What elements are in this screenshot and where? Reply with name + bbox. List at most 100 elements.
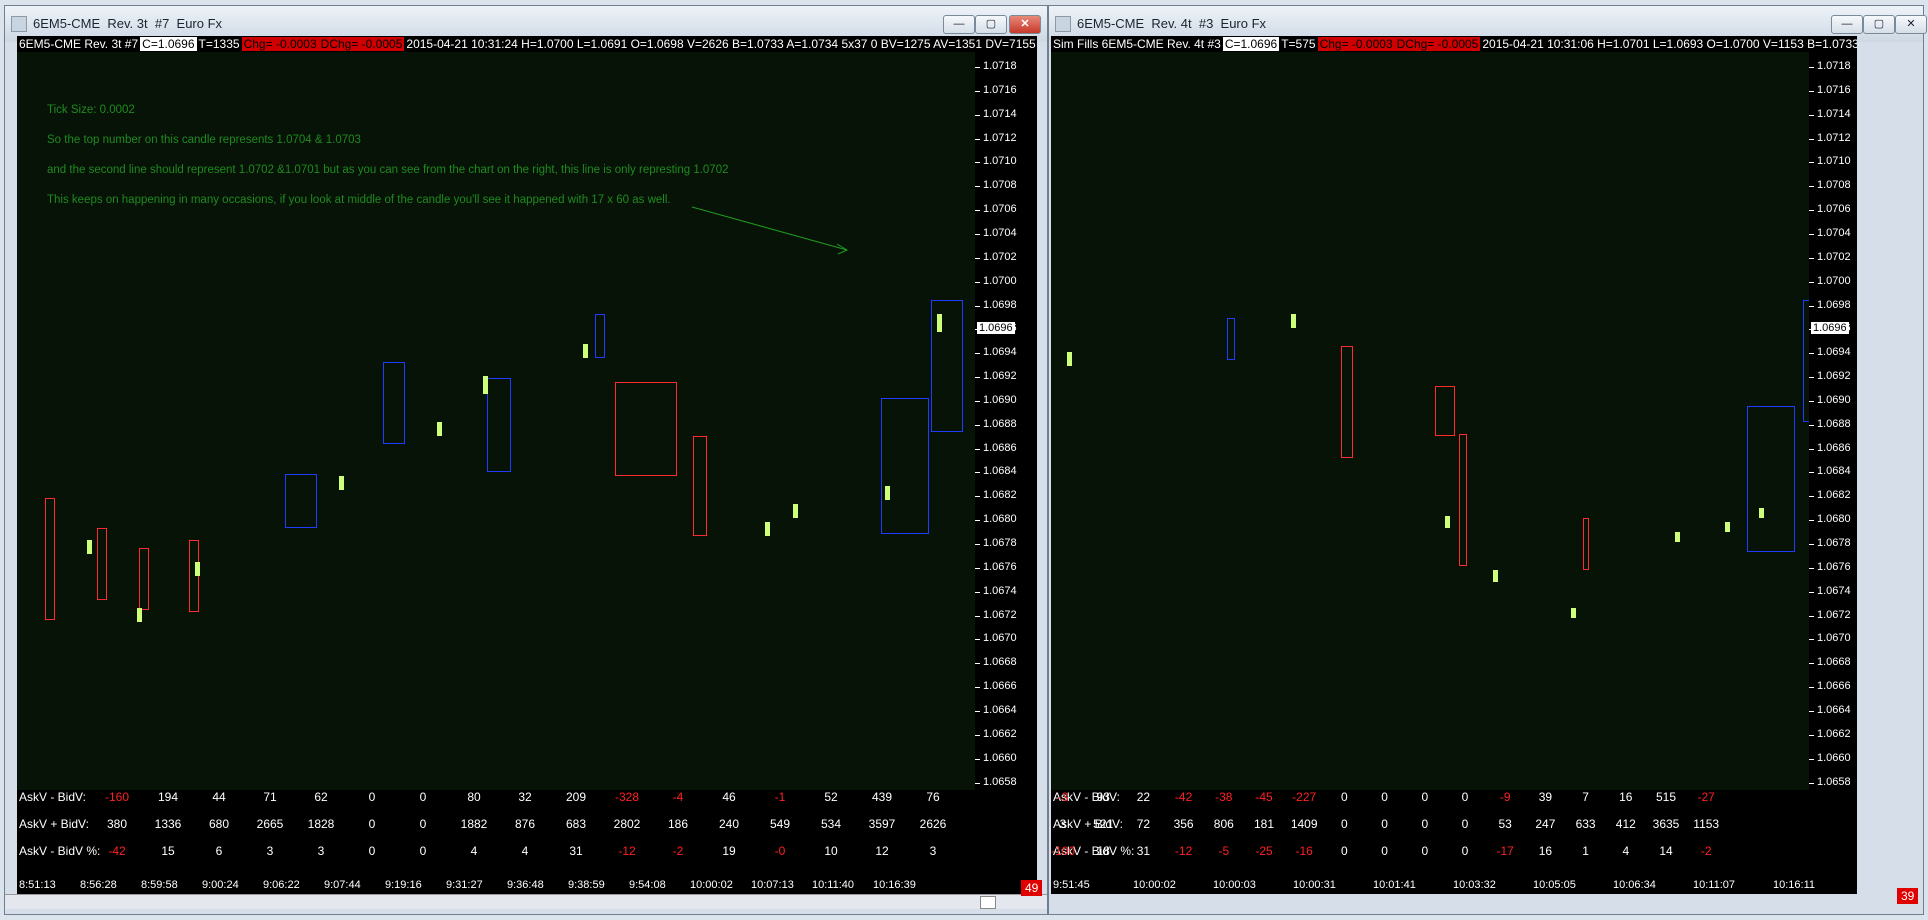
price-tick-mark bbox=[975, 353, 980, 355]
stats-value: -0 bbox=[774, 844, 786, 858]
volume-marker bbox=[765, 522, 770, 536]
scroll-thumb[interactable] bbox=[980, 896, 996, 909]
price-tick-label: 1.0700 bbox=[983, 274, 1017, 287]
left-footprint-plot[interactable]: Tick Size: 0.0002 So the top number on t… bbox=[17, 52, 975, 790]
volume-marker bbox=[1067, 352, 1072, 366]
stats-value: -5 bbox=[1218, 844, 1230, 858]
close-button[interactable]: ✕ bbox=[1009, 15, 1041, 34]
stats-value: -42 bbox=[108, 844, 126, 858]
price-tick-mark bbox=[975, 305, 980, 307]
price-tick-mark bbox=[975, 639, 980, 641]
price-tick-label: 1.0714 bbox=[1817, 107, 1851, 120]
price-tick-mark bbox=[975, 377, 980, 379]
right-window-title: 6EM5-CME Rev. 4t #3 Euro Fx bbox=[1077, 16, 1267, 31]
footprint-candle bbox=[97, 528, 107, 600]
price-tick-mark bbox=[1809, 663, 1814, 665]
stats-value: 356 bbox=[1173, 817, 1194, 831]
price-tick-label: 1.0698 bbox=[983, 298, 1017, 311]
bar-info: 2015-04-21 10:31:06 H=1.0701 L=1.0693 O=… bbox=[1482, 37, 1857, 51]
price-tick-label: 1.0704 bbox=[983, 226, 1017, 239]
price-tick-mark bbox=[975, 734, 980, 736]
left-price-axis[interactable]: 1.0718 1.0716 1.0714 1.0712 1.0710 1.0708 1.07… bbox=[975, 52, 1037, 790]
time-label: 9:07:44 bbox=[324, 879, 361, 891]
stats-value: 806 bbox=[1213, 817, 1234, 831]
left-bar-count-badge: 49 bbox=[1021, 880, 1043, 896]
time-label: 9:31:27 bbox=[446, 879, 483, 891]
minimize-button[interactable]: — bbox=[1831, 15, 1863, 34]
time-label: 10:00:03 bbox=[1213, 879, 1256, 891]
time-label: 10:05:05 bbox=[1533, 879, 1576, 891]
right-chart-area[interactable]: Sim Fills 6EM5-CME Rev. 4t #3 C=1.0696 T=5… bbox=[1051, 36, 1857, 894]
volume-marker bbox=[1493, 570, 1498, 582]
app-icon bbox=[11, 16, 27, 32]
price-tick-mark bbox=[975, 520, 980, 522]
stats-value: 4 bbox=[470, 844, 478, 858]
stats-value: 0 bbox=[419, 844, 427, 858]
maximize-button[interactable]: ▢ bbox=[1863, 15, 1895, 34]
price-tick-label: 1.0712 bbox=[1817, 131, 1851, 144]
trade-count: T=1335 bbox=[198, 37, 240, 51]
price-tick-mark bbox=[1809, 424, 1814, 426]
time-label: 10:00:02 bbox=[690, 879, 733, 891]
price-tick-mark bbox=[1809, 233, 1814, 235]
stats-value: 1 bbox=[1582, 844, 1589, 858]
stats-value: -4 bbox=[672, 790, 684, 804]
price-tick-label: 1.0684 bbox=[983, 465, 1017, 478]
stats-value: 3597 bbox=[868, 817, 896, 831]
price-tick-label: 1.0704 bbox=[1817, 226, 1851, 239]
restore-button[interactable]: ✕ bbox=[1895, 15, 1927, 34]
price-tick-label: 1.0676 bbox=[983, 560, 1017, 573]
right-stats-panel: AskV - BidV: -3 93 22 -42 -38 -45 -227 0 0 0 0 -9 39 7… bbox=[1051, 790, 1857, 884]
footprint-candle bbox=[139, 548, 149, 610]
price-tick-label: 1.0662 bbox=[1817, 727, 1851, 740]
stats-row-label: AskV - BidV: bbox=[19, 790, 86, 804]
stats-value: 876 bbox=[514, 817, 536, 831]
price-tick-mark bbox=[975, 567, 980, 569]
stats-value: 16 bbox=[1619, 790, 1633, 804]
footprint-candle bbox=[931, 300, 963, 432]
right-footprint-plot[interactable] bbox=[1051, 52, 1857, 790]
stats-row: AskV - BidV %: -42 15 6 3 3 0 0 4 4 31 -12 -2 19 -0 10 1… bbox=[17, 844, 1037, 860]
left-chart-area[interactable]: 6EM5-CME Rev. 3t #7 C=1.0696 T=1335 Chg= -0… bbox=[17, 36, 1037, 894]
time-label: 9:00:24 bbox=[202, 879, 239, 891]
price-tick-mark bbox=[1809, 281, 1814, 283]
minimize-button[interactable]: — bbox=[943, 15, 975, 34]
stats-value: 4 bbox=[521, 844, 529, 858]
right-price-axis[interactable]: 1.0718 1.0716 1.0714 1.0712 1.0710 1.0708 1.07… bbox=[1809, 52, 1857, 790]
price-tick-label: 1.0716 bbox=[1817, 83, 1851, 96]
price-tick-label: 1.0706 bbox=[1817, 203, 1851, 216]
price-tick-mark bbox=[1809, 758, 1814, 760]
price-tick-label: 1.0702 bbox=[1817, 250, 1851, 263]
stats-row-label: AskV + BidV: bbox=[19, 817, 89, 831]
stats-value: 0 bbox=[1381, 844, 1388, 858]
price-tick-mark bbox=[1809, 734, 1814, 736]
left-horizontal-scrollbar[interactable] bbox=[5, 894, 1047, 909]
stats-value: 181 bbox=[1253, 817, 1275, 831]
price-tick-label: 1.0694 bbox=[983, 346, 1017, 359]
stats-value: -100 bbox=[1051, 844, 1076, 858]
stats-value: 0 bbox=[368, 817, 376, 831]
stats-value: -27 bbox=[1697, 790, 1715, 804]
stats-value: 18 bbox=[1096, 844, 1110, 858]
volume-marker bbox=[583, 344, 588, 358]
volume-marker bbox=[437, 422, 442, 436]
bar-info: 2015-04-21 10:31:24 H=1.0700 L=1.0691 O=… bbox=[406, 37, 1037, 51]
time-label: 10:00:31 bbox=[1293, 879, 1336, 891]
left-chart-header: 6EM5-CME Rev. 3t #7 C=1.0696 T=1335 Chg= -0… bbox=[17, 36, 1037, 52]
symbol-label: 6EM5-CME Rev. 3t #7 bbox=[19, 37, 139, 51]
price-tick-label: 1.0664 bbox=[983, 703, 1017, 716]
maximize-button[interactable]: ▢ bbox=[975, 15, 1007, 34]
stats-value: -1 bbox=[774, 790, 786, 804]
app-icon bbox=[1055, 16, 1071, 32]
footprint-candle bbox=[1435, 386, 1455, 436]
stats-value: 680 bbox=[208, 817, 230, 831]
stats-value: 0 bbox=[1421, 844, 1429, 858]
stats-value: 22 bbox=[1136, 790, 1151, 804]
price-tick-label: 1.0688 bbox=[1817, 417, 1851, 430]
time-label: 9:38:59 bbox=[568, 879, 605, 891]
stats-value: 71 bbox=[263, 790, 277, 804]
stats-value: 521 bbox=[1093, 817, 1114, 831]
price-tick-mark bbox=[1809, 400, 1814, 402]
volume-marker bbox=[1675, 532, 1680, 542]
stats-value: 412 bbox=[1615, 817, 1636, 831]
